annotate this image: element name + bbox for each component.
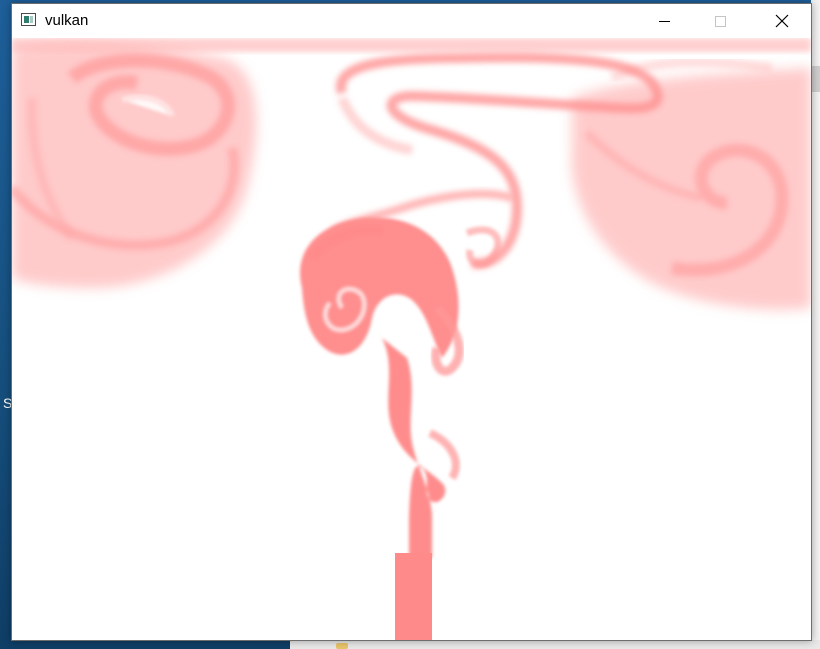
background-window-edge [811, 0, 820, 649]
close-icon [775, 14, 789, 28]
minimize-button[interactable] [641, 4, 687, 38]
dye-left-swirl [12, 42, 257, 289]
vulkan-window: vulkan [11, 3, 812, 641]
maximize-button[interactable] [697, 4, 743, 38]
dye-mushroom-head [300, 217, 464, 376]
close-button[interactable] [759, 4, 805, 38]
background-folder-icon [336, 643, 348, 649]
dye-inflow-source [395, 553, 432, 640]
render-surface[interactable] [12, 38, 811, 640]
fluid-simulation-canvas [12, 38, 811, 640]
dye-plume-stem [382, 338, 460, 640]
dye-right-swirl [571, 57, 811, 310]
title-bar[interactable]: vulkan [12, 4, 811, 38]
background-scrollbar-fragment [811, 66, 820, 92]
background-window-bottom [290, 640, 820, 649]
minimize-icon [658, 20, 670, 22]
window-title: vulkan [45, 12, 89, 29]
maximize-icon [714, 15, 726, 27]
app-window-icon [21, 13, 36, 26]
